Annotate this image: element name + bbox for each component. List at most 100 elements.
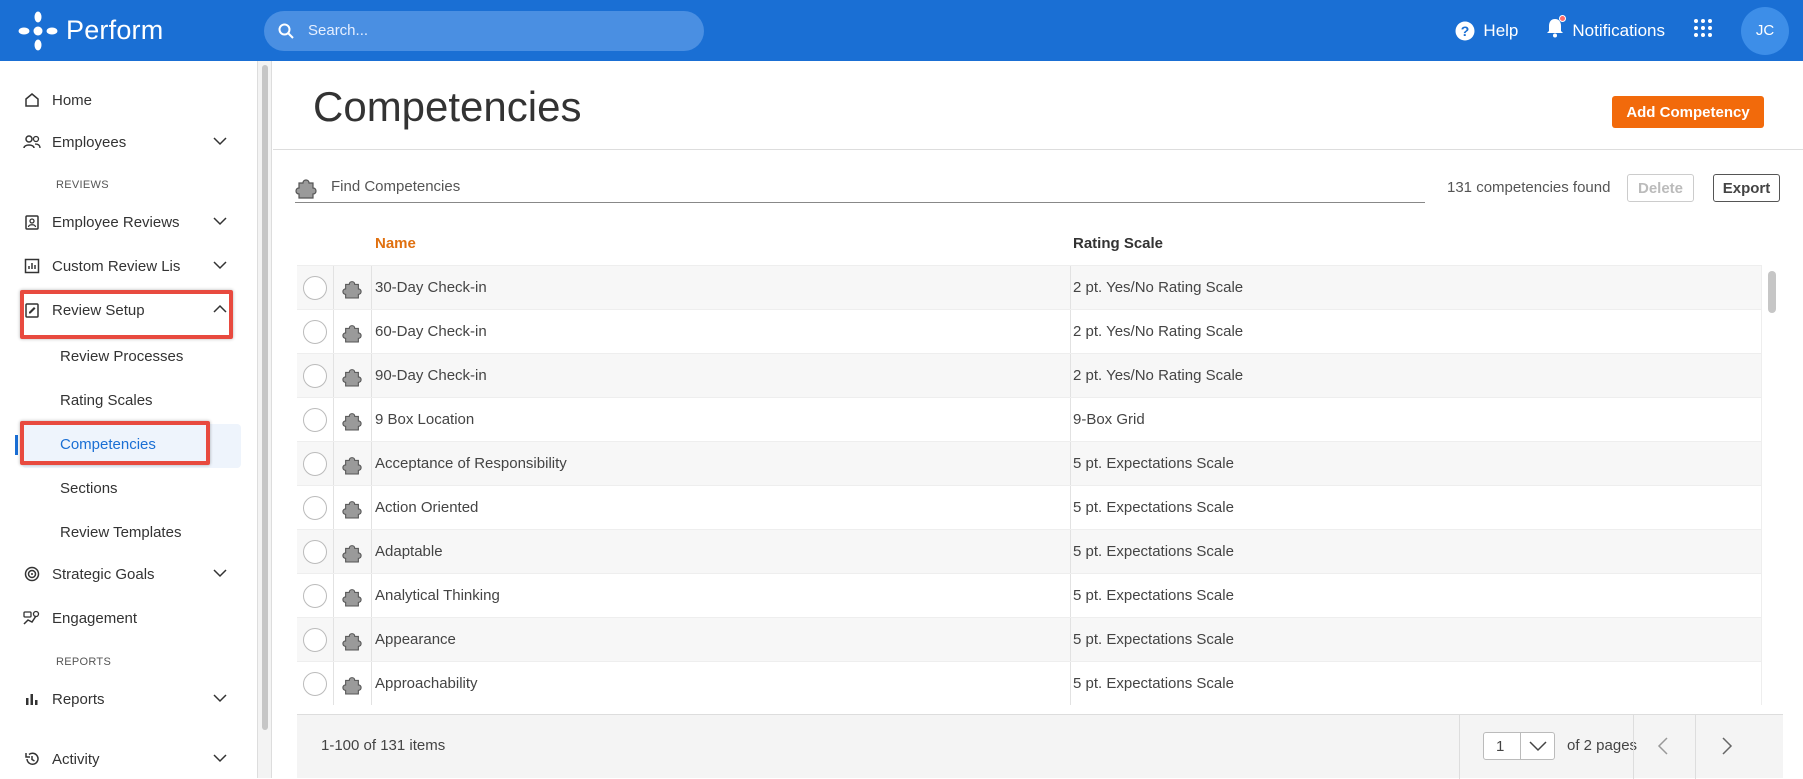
sidebar-scrollbar-thumb[interactable] <box>262 65 268 730</box>
review-badge-icon <box>22 214 42 230</box>
cell-name[interactable]: Approachability <box>375 675 478 692</box>
next-page-icon[interactable] <box>1721 737 1733 760</box>
puzzle-icon <box>342 589 362 607</box>
table-scrollbar[interactable] <box>1761 265 1783 705</box>
help-icon: ? <box>1455 21 1475 40</box>
svg-text:?: ? <box>1461 23 1470 39</box>
items-range-text: 1-100 of 131 items <box>321 737 446 754</box>
cell-rating-scale: 2 pt. Yes/No Rating Scale <box>1073 367 1244 384</box>
cell-name[interactable]: Action Oriented <box>375 499 478 516</box>
sidebar-item-reports[interactable]: Reports <box>22 681 237 717</box>
row-select-radio[interactable] <box>303 496 327 520</box>
cell-name[interactable]: 90-Day Check-in <box>375 367 487 384</box>
bell-icon <box>1546 15 1567 43</box>
cell-rating-scale: 2 pt. Yes/No Rating Scale <box>1073 279 1244 296</box>
cell-name[interactable]: 9 Box Location <box>375 411 474 428</box>
sidebar-scrollbar[interactable] <box>258 61 272 778</box>
avatar[interactable]: JC <box>1741 6 1789 55</box>
competencies-table: 30-Day Check-in 2 pt. Yes/No Rating Scal… <box>297 265 1783 705</box>
table-scrollbar-thumb[interactable] <box>1768 271 1776 313</box>
cell-rating-scale: 5 pt. Expectations Scale <box>1073 631 1234 648</box>
chevron-down-icon <box>213 134 227 152</box>
main-content: Competencies Add Competency Find Compete… <box>273 61 1803 779</box>
sidebar-item-custom-review-lists[interactable]: Custom Review Lis <box>22 248 237 284</box>
row-select-radio[interactable] <box>303 628 327 652</box>
cell-rating-scale: 5 pt. Expectations Scale <box>1073 455 1234 472</box>
notifications-link[interactable]: Notifications <box>1546 15 1665 43</box>
page-select[interactable]: 1 <box>1483 732 1555 760</box>
sidebar-item-activity[interactable]: Activity <box>22 741 237 777</box>
table-row[interactable]: Appearance 5 pt. Expectations Scale <box>297 617 1783 662</box>
chevron-down-icon <box>213 566 227 584</box>
sidebar-item-strategic-goals[interactable]: Strategic Goals <box>22 556 237 592</box>
table-row[interactable]: Analytical Thinking 5 pt. Expectations S… <box>297 573 1783 618</box>
cell-rating-scale: 5 pt. Expectations Scale <box>1073 587 1234 604</box>
puzzle-icon <box>342 677 362 695</box>
sidebar-item-label: Strategic Goals <box>52 565 155 583</box>
row-select-radio[interactable] <box>303 364 327 388</box>
cell-name[interactable]: Adaptable <box>375 543 443 560</box>
title-divider <box>273 149 1803 150</box>
column-header-rating-scale[interactable]: Rating Scale <box>1073 235 1163 252</box>
table-row[interactable]: 90-Day Check-in 2 pt. Yes/No Rating Scal… <box>297 353 1783 398</box>
cell-name[interactable]: Acceptance of Responsibility <box>375 455 567 472</box>
puzzle-icon <box>342 633 362 651</box>
table-row[interactable]: Acceptance of Responsibility 5 pt. Expec… <box>297 441 1783 486</box>
sidebar-item-label: Home <box>52 91 93 109</box>
cell-name[interactable]: Appearance <box>375 631 456 648</box>
table-row[interactable]: Action Oriented 5 pt. Expectations Scale <box>297 485 1783 530</box>
table-row[interactable]: 30-Day Check-in 2 pt. Yes/No Rating Scal… <box>297 265 1783 310</box>
section-label-reviews: REVIEWS <box>56 179 109 191</box>
puzzle-icon <box>295 178 317 199</box>
notifications-label: Notifications <box>1572 20 1665 40</box>
chevron-down-icon[interactable] <box>1520 733 1554 759</box>
find-competencies-input[interactable]: Find Competencies <box>295 171 1425 203</box>
section-label-reports: REPORTS <box>56 656 112 668</box>
sidebar-item-employee-reviews[interactable]: Employee Reviews <box>22 204 237 240</box>
delete-button[interactable]: Delete <box>1627 174 1694 202</box>
search-input[interactable]: Search... <box>264 10 704 51</box>
sidebar-item-engagement[interactable]: Engagement <box>22 600 237 636</box>
row-select-radio[interactable] <box>303 672 327 696</box>
sidebar-subitem-rating-scales[interactable]: Rating Scales <box>60 392 153 409</box>
row-select-radio[interactable] <box>303 408 327 432</box>
chevron-down-icon <box>213 258 227 276</box>
export-button[interactable]: Export <box>1713 174 1780 202</box>
cell-name[interactable]: 60-Day Check-in <box>375 323 487 340</box>
logo[interactable]: Perform <box>18 11 264 51</box>
puzzle-icon <box>342 501 362 519</box>
row-select-radio[interactable] <box>303 584 327 608</box>
table-row[interactable]: Approachability 5 pt. Expectations Scale <box>297 661 1783 705</box>
row-select-radio[interactable] <box>303 452 327 476</box>
row-select-radio[interactable] <box>303 276 327 300</box>
home-icon <box>22 92 42 108</box>
row-select-radio[interactable] <box>303 540 327 564</box>
sidebar-subitem-review-templates[interactable]: Review Templates <box>60 524 181 541</box>
previous-page-icon[interactable] <box>1657 737 1669 760</box>
sidebar-item-home[interactable]: Home <box>22 82 237 118</box>
table-row[interactable]: 9 Box Location 9-Box Grid <box>297 397 1783 442</box>
cell-rating-scale: 5 pt. Expectations Scale <box>1073 675 1234 692</box>
help-link[interactable]: ? Help <box>1455 21 1518 41</box>
cell-name[interactable]: Analytical Thinking <box>375 587 500 604</box>
sidebar-item-label: Activity <box>52 750 100 768</box>
search-placeholder: Search... <box>308 22 369 39</box>
chevron-down-icon <box>213 214 227 232</box>
table-row[interactable]: 60-Day Check-in 2 pt. Yes/No Rating Scal… <box>297 309 1783 354</box>
column-header-name[interactable]: Name <box>375 235 416 252</box>
table-row[interactable]: Adaptable 5 pt. Expectations Scale <box>297 529 1783 574</box>
highlight-competencies <box>20 421 210 465</box>
sidebar-item-employees[interactable]: Employees <box>22 124 237 160</box>
row-select-radio[interactable] <box>303 320 327 344</box>
page-title: Competencies <box>313 83 582 130</box>
active-indicator <box>15 435 18 455</box>
cell-name[interactable]: 30-Day Check-in <box>375 279 487 296</box>
puzzle-icon <box>342 413 362 431</box>
sidebar-subitem-review-processes[interactable]: Review Processes <box>60 348 183 365</box>
add-competency-button[interactable]: Add Competency <box>1612 96 1764 128</box>
search-icon <box>278 23 294 39</box>
apps-grid-icon[interactable] <box>1693 18 1713 43</box>
puzzle-icon <box>342 545 362 563</box>
sidebar-subitem-sections[interactable]: Sections <box>60 480 118 497</box>
sidebar-item-label: Reports <box>52 690 105 708</box>
